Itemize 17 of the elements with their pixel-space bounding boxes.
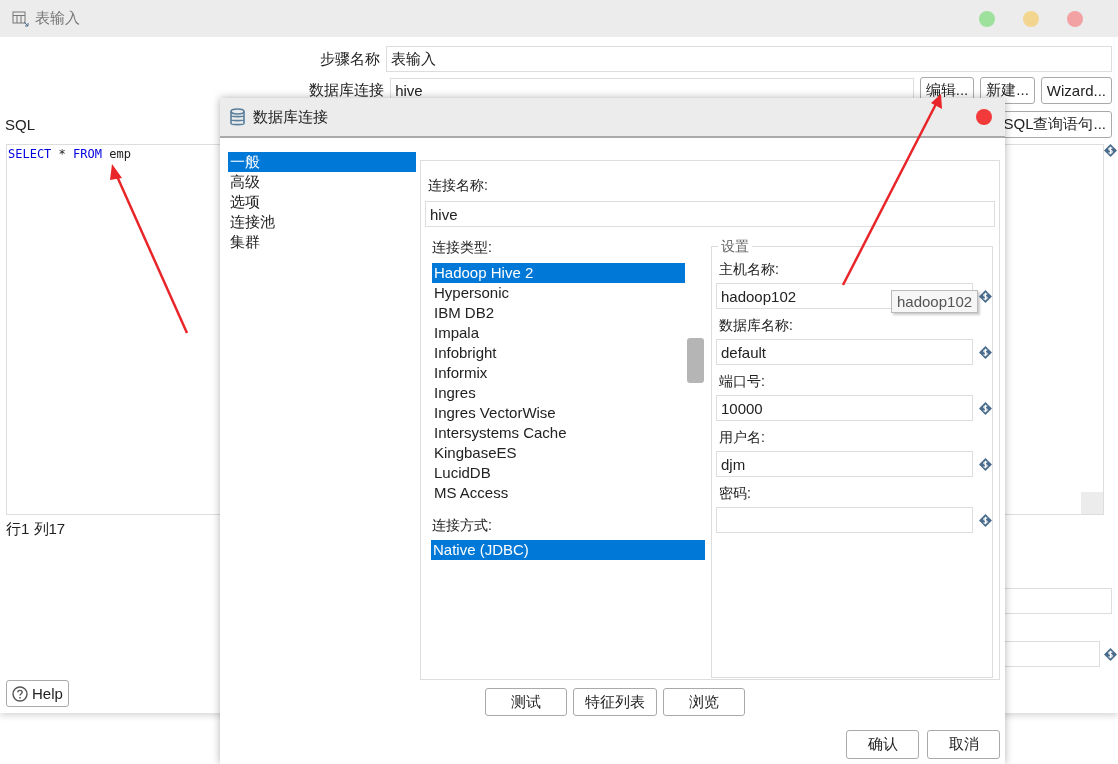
cursor-position: 行1 列17 (6, 520, 66, 539)
sql-label: SQL (5, 116, 35, 133)
code-line: SELECT * FROM emp (8, 147, 131, 161)
field-label: 步骤名称 (319, 49, 381, 69)
field-label: 主机名称: (718, 261, 780, 279)
field-label: 数据库连接 (308, 81, 385, 100)
field-label: 连接方式: (431, 517, 493, 535)
field-label: 密码: (718, 485, 752, 503)
field-label: 连接类型: (431, 239, 493, 257)
field-label: 用户名: (718, 429, 766, 447)
dialog-title: 数据库连接 (253, 107, 328, 127)
field-label: 数据库名称: (718, 317, 794, 335)
window-title: 表输入 (35, 9, 80, 28)
tooltip: hadoop102 (891, 290, 979, 313)
field-label: 连接名称: (427, 177, 489, 195)
group-title: 设置 (718, 238, 752, 256)
field-label: 端口号: (718, 373, 766, 391)
